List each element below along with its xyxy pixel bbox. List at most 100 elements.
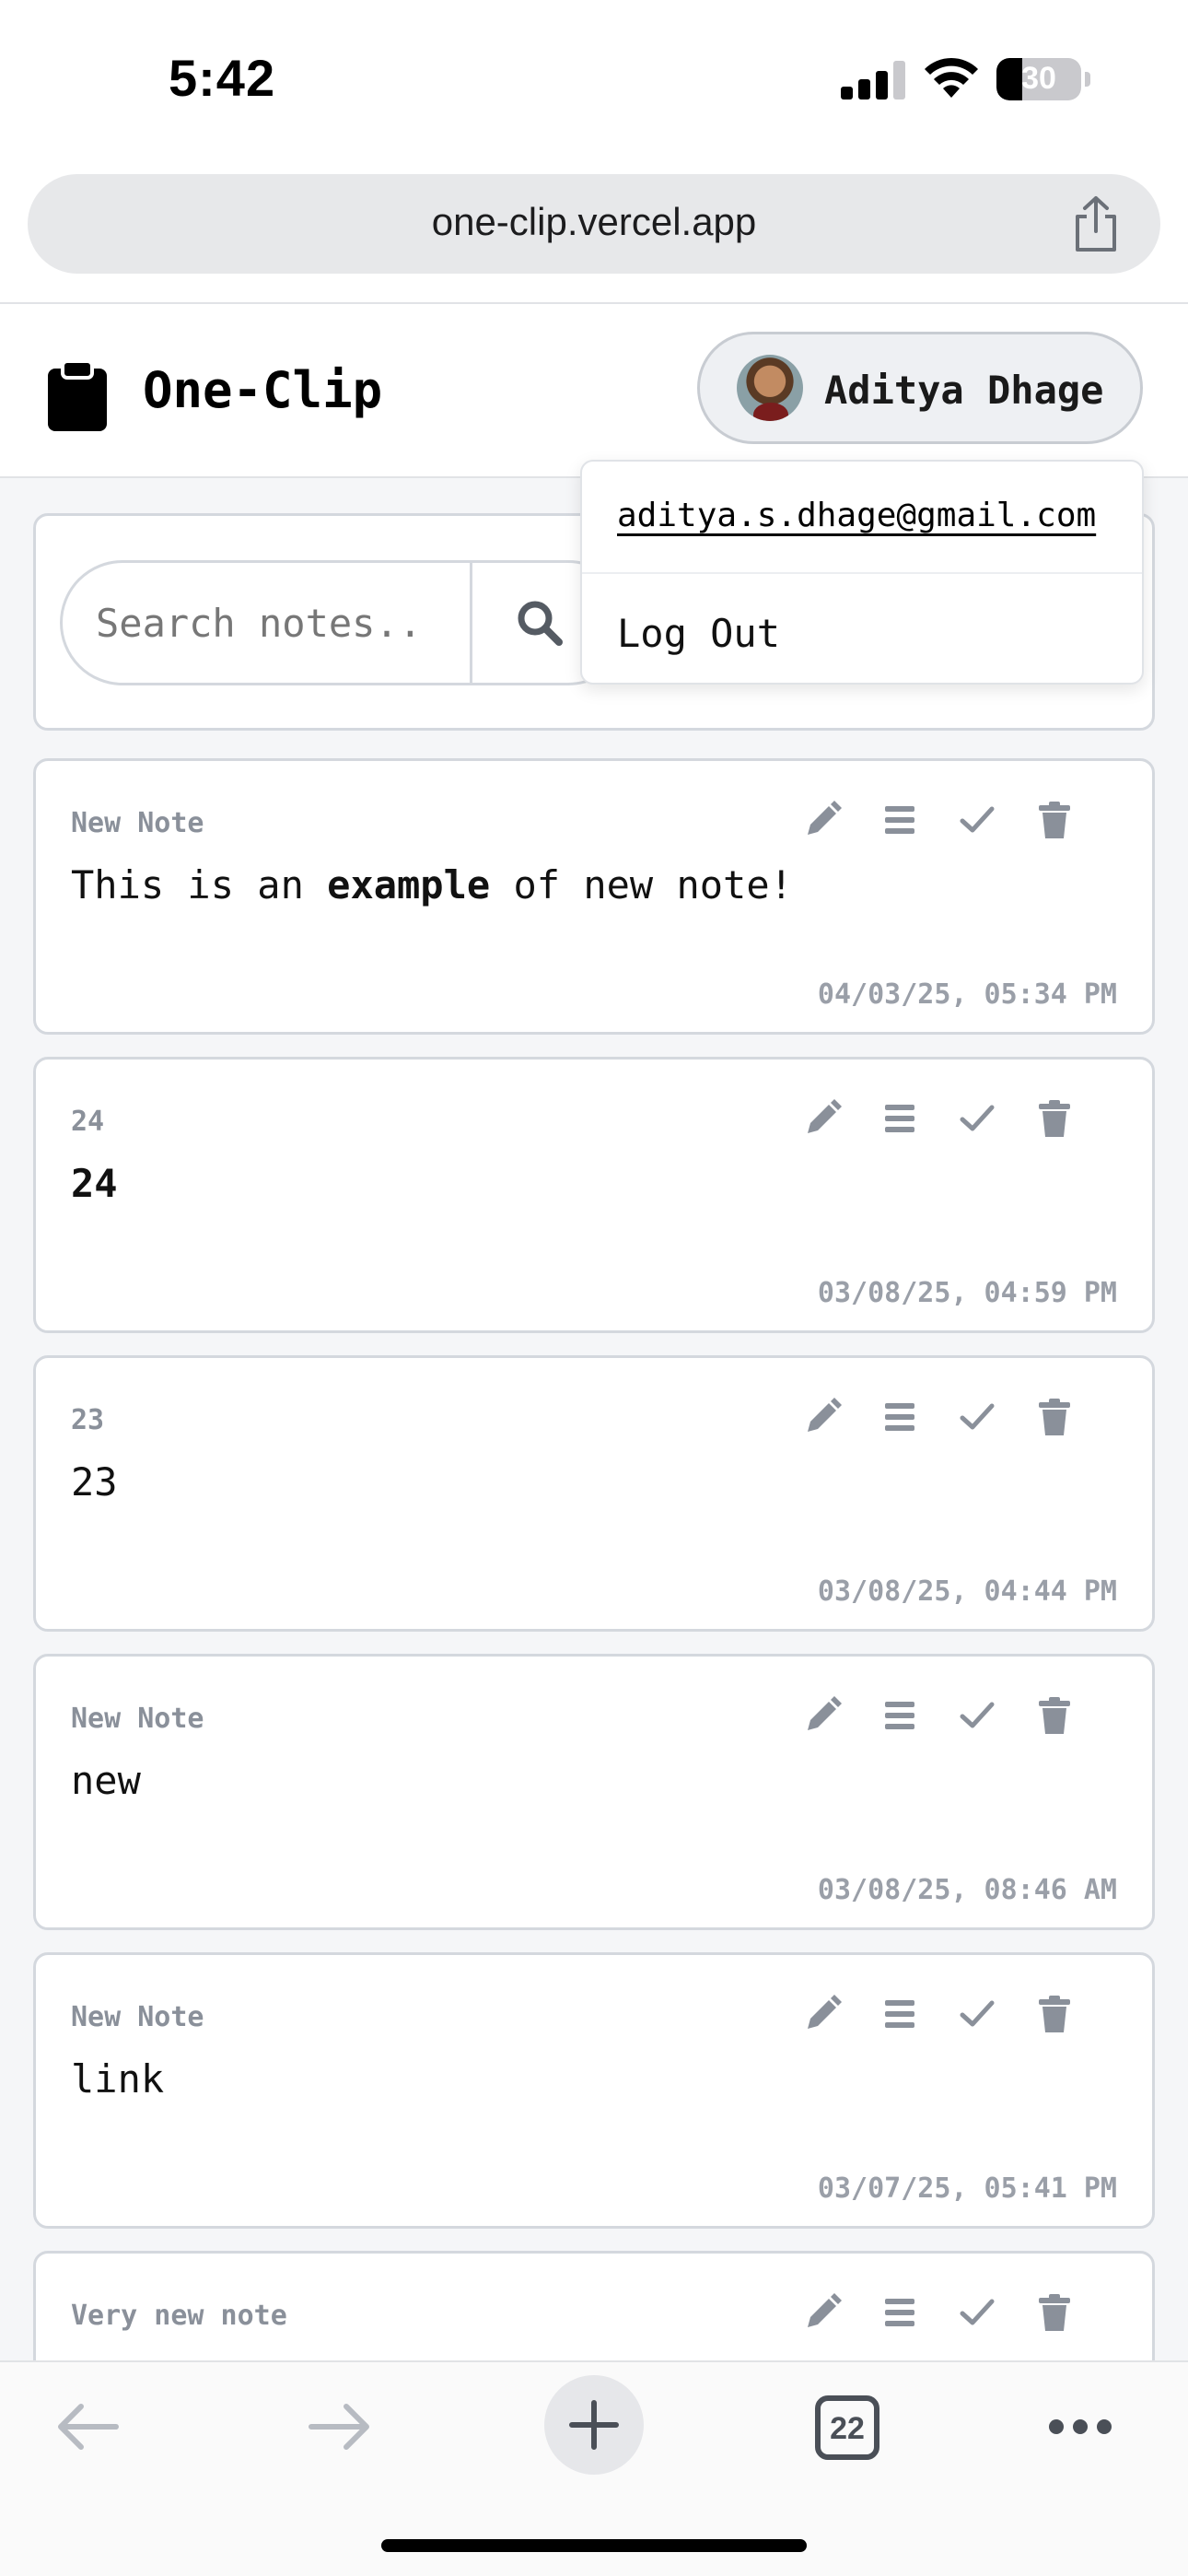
delete-note-button[interactable] bbox=[1034, 1397, 1080, 1443]
note-body-bold: example bbox=[327, 862, 491, 907]
note-card[interactable]: New Note new 03/08/25, 08:46 AM bbox=[33, 1654, 1155, 1930]
note-body: This is an example of new note! bbox=[71, 862, 793, 907]
note-card[interactable]: New Note This is an example of new note! 0… bbox=[33, 758, 1155, 1035]
check-icon bbox=[957, 1397, 1003, 1437]
complete-note-button[interactable] bbox=[957, 2292, 1003, 2338]
note-menu-button[interactable] bbox=[879, 1695, 926, 1741]
status-bar: 5:42 30 bbox=[0, 0, 1188, 157]
note-title: New Note bbox=[71, 807, 204, 839]
note-body: new bbox=[71, 1758, 141, 1803]
note-body: link bbox=[71, 2056, 165, 2102]
note-body: 24 bbox=[71, 1161, 118, 1206]
user-email-link[interactable]: aditya.s.dhage@gmail.com bbox=[617, 497, 1096, 534]
complete-note-button[interactable] bbox=[957, 800, 1003, 846]
note-menu-button[interactable] bbox=[879, 800, 926, 846]
pencil-icon bbox=[802, 1098, 848, 1139]
delete-note-button[interactable] bbox=[1034, 1994, 1080, 2040]
app-header: One-Clip Aditya Dhage bbox=[0, 304, 1188, 477]
note-menu-button[interactable] bbox=[879, 1994, 926, 2040]
check-icon bbox=[957, 1098, 1003, 1139]
list-icon bbox=[879, 1695, 926, 1736]
notes-main: New Note This is an example of new note! 0… bbox=[0, 478, 1188, 2360]
note-date: 03/08/25, 08:46 AM bbox=[817, 1874, 1117, 1906]
note-actions bbox=[802, 1994, 1115, 2040]
list-icon bbox=[879, 1397, 926, 1437]
tabs-button[interactable]: 22 bbox=[815, 2395, 879, 2460]
trash-icon bbox=[1034, 1397, 1080, 1437]
complete-note-button[interactable] bbox=[957, 1397, 1003, 1443]
avatar bbox=[737, 355, 803, 421]
complete-note-button[interactable] bbox=[957, 1994, 1003, 2040]
delete-note-button[interactable] bbox=[1034, 800, 1080, 846]
note-actions bbox=[802, 1397, 1115, 1443]
check-icon bbox=[957, 800, 1003, 840]
note-card[interactable]: 24 24 03/08/25, 04:59 PM bbox=[33, 1057, 1155, 1333]
note-body: 23 bbox=[71, 1459, 118, 1505]
note-card[interactable]: 23 23 03/08/25, 04:44 PM bbox=[33, 1355, 1155, 1632]
url-text[interactable]: one-clip.vercel.app bbox=[28, 200, 1160, 244]
delete-note-button[interactable] bbox=[1034, 2292, 1080, 2338]
wifi-icon bbox=[925, 57, 978, 98]
pencil-icon bbox=[802, 1994, 848, 2034]
back-arrow-icon[interactable] bbox=[53, 2399, 120, 2454]
user-menu-button[interactable]: Aditya Dhage bbox=[697, 332, 1143, 444]
share-icon[interactable] bbox=[1068, 194, 1124, 253]
note-title: New Note bbox=[71, 1703, 204, 1735]
search-bar bbox=[60, 560, 631, 685]
note-menu-button[interactable] bbox=[879, 1397, 926, 1443]
more-icon[interactable] bbox=[1048, 2418, 1112, 2436]
note-actions bbox=[802, 1695, 1115, 1741]
note-body-text: of new note! bbox=[490, 862, 793, 907]
note-title: Very new note bbox=[71, 2300, 287, 2332]
delete-note-button[interactable] bbox=[1034, 1098, 1080, 1144]
complete-note-button[interactable] bbox=[957, 1695, 1003, 1741]
list-icon bbox=[879, 2292, 926, 2333]
tab-count: 22 bbox=[830, 2411, 865, 2446]
check-icon bbox=[957, 1695, 1003, 1736]
home-indicator bbox=[381, 2539, 807, 2552]
note-menu-button[interactable] bbox=[879, 1098, 926, 1144]
battery-nub bbox=[1085, 72, 1090, 87]
search-input[interactable] bbox=[63, 563, 468, 683]
note-menu-button[interactable] bbox=[879, 2292, 926, 2338]
complete-note-button[interactable] bbox=[957, 1098, 1003, 1144]
address-bar[interactable]: one-clip.vercel.app bbox=[28, 174, 1160, 274]
check-icon bbox=[957, 1994, 1003, 2034]
note-title: 23 bbox=[71, 1404, 105, 1436]
trash-icon bbox=[1034, 2292, 1080, 2333]
list-icon bbox=[879, 1994, 926, 2034]
cellular-signal-icon bbox=[841, 61, 905, 100]
forward-arrow-icon[interactable] bbox=[308, 2399, 374, 2454]
edit-note-button[interactable] bbox=[802, 1994, 848, 2040]
note-actions bbox=[802, 800, 1115, 846]
trash-icon bbox=[1034, 1695, 1080, 1736]
trash-icon bbox=[1034, 1994, 1080, 2034]
edit-note-button[interactable] bbox=[802, 1695, 848, 1741]
note-date: 03/07/25, 05:41 PM bbox=[817, 2172, 1117, 2205]
app-title: One-Clip bbox=[143, 361, 383, 419]
status-time: 5:42 bbox=[169, 49, 276, 107]
note-actions bbox=[802, 1098, 1115, 1144]
search-icon bbox=[518, 601, 563, 646]
edit-note-button[interactable] bbox=[802, 800, 848, 846]
logout-button[interactable]: Log Out bbox=[617, 611, 780, 656]
pencil-icon bbox=[802, 1397, 848, 1437]
edit-note-button[interactable] bbox=[802, 1098, 848, 1144]
note-date: 04/03/25, 05:34 PM bbox=[817, 978, 1117, 1011]
note-actions bbox=[802, 2292, 1115, 2338]
edit-note-button[interactable] bbox=[802, 1397, 848, 1443]
edit-note-button[interactable] bbox=[802, 2292, 848, 2338]
note-card[interactable]: Very new note bbox=[33, 2251, 1155, 2360]
clipboard-icon bbox=[48, 359, 107, 431]
new-tab-button[interactable] bbox=[544, 2375, 644, 2475]
plus-icon bbox=[569, 2400, 619, 2450]
pencil-icon bbox=[802, 800, 848, 840]
list-icon bbox=[879, 800, 926, 840]
note-body-text: This is an bbox=[71, 862, 328, 907]
trash-icon bbox=[1034, 1098, 1080, 1139]
delete-note-button[interactable] bbox=[1034, 1695, 1080, 1741]
note-date: 03/08/25, 04:59 PM bbox=[817, 1277, 1117, 1309]
battery-percent: 30 bbox=[1021, 61, 1056, 96]
note-card[interactable]: New Note link 03/07/25, 05:41 PM bbox=[33, 1952, 1155, 2229]
check-icon bbox=[957, 2292, 1003, 2333]
